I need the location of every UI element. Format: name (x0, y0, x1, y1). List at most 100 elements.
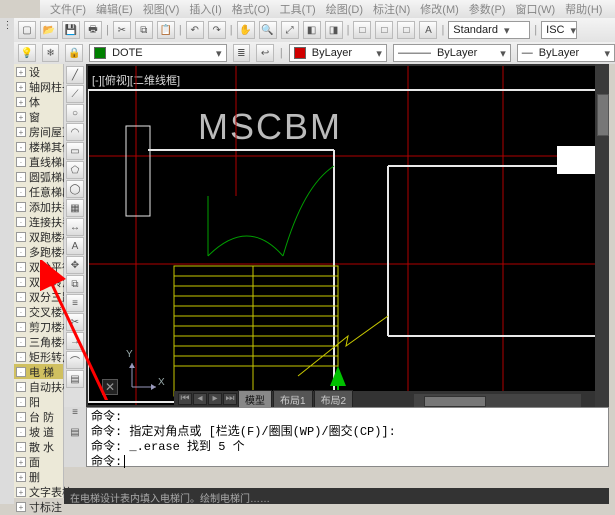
copy-icon[interactable]: ⧉ (135, 21, 153, 39)
sidebar-item[interactable]: +体 (14, 94, 63, 109)
sidebar-item[interactable]: +删 (14, 469, 63, 484)
tab-next-icon[interactable]: ▸ (208, 393, 222, 405)
pline-icon[interactable]: ⟋ (66, 85, 84, 103)
tab-layout2[interactable]: 布局2 (314, 390, 354, 409)
sidebar-item[interactable]: ·剪刀楼梯 (14, 319, 63, 334)
horizontal-scrollbar[interactable] (414, 394, 581, 407)
undo-icon[interactable]: ↶ (186, 21, 204, 39)
hatch-icon[interactable]: ▦ (66, 199, 84, 217)
sidebar-item[interactable]: +轴网柱子 (14, 79, 63, 94)
freeze-icon[interactable]: ❄ (42, 44, 60, 62)
menu-edit[interactable]: 编辑(E) (96, 1, 133, 17)
ellipse-icon[interactable]: ◯ (66, 180, 84, 198)
move-icon[interactable]: ✥ (66, 256, 84, 274)
tool-c-icon[interactable]: □ (397, 21, 415, 39)
sidebar-item[interactable]: ·阳 (14, 394, 63, 409)
table-icon[interactable]: ▤ (66, 370, 84, 388)
extra2-icon[interactable]: ◨ (325, 21, 343, 39)
linetype-combo[interactable]: ———ByLayer▾ (393, 44, 511, 62)
line-icon[interactable]: ╱ (66, 66, 84, 84)
copy2-icon[interactable]: ⧉ (66, 275, 84, 293)
sidebar-item[interactable]: ·直线梯段 (14, 154, 63, 169)
tool-b-icon[interactable]: □ (375, 21, 393, 39)
circle-icon[interactable]: ○ (66, 104, 84, 122)
bulb-icon[interactable]: 💡 (18, 44, 36, 62)
style-combo[interactable]: Standard▾ (448, 21, 530, 39)
sidebar-item-elevator[interactable]: ·电 梯 (14, 364, 63, 379)
sidebar-item[interactable]: ·连接扶手 (14, 214, 63, 229)
sidebar-item[interactable]: ·交叉楼梯 (14, 304, 63, 319)
sidebar-item[interactable]: ·双分转角 (14, 274, 63, 289)
menu-param[interactable]: 参数(P) (469, 1, 506, 17)
trim-icon[interactable]: ✂ (66, 313, 84, 331)
sidebar-item[interactable]: ·三角楼梯 (14, 334, 63, 349)
menu-help[interactable]: 帮助(H) (565, 1, 602, 17)
sidebar-item[interactable]: ·双分平行 (14, 259, 63, 274)
menu-tools[interactable]: 工具(T) (280, 1, 316, 17)
save-icon[interactable]: 💾 (62, 21, 80, 39)
viewport-close-icon[interactable]: ✕ (102, 379, 118, 395)
tool-a-icon[interactable]: □ (353, 21, 371, 39)
open-icon[interactable]: 📂 (40, 21, 58, 39)
arc-icon[interactable]: ◠ (66, 123, 84, 141)
sidebar-item[interactable]: ·自动扶梯 (14, 379, 63, 394)
text-a-icon[interactable]: A (419, 21, 437, 39)
sidebar-item[interactable]: +寸标注 (14, 499, 63, 514)
sidebar-item[interactable]: ·添加扶手 (14, 199, 63, 214)
offset-icon[interactable]: ≡ (66, 294, 84, 312)
zoom-icon[interactable]: 🔍 (259, 21, 277, 39)
text-icon[interactable]: A (66, 237, 84, 255)
menu-view[interactable]: 视图(V) (143, 1, 180, 17)
menu-dim[interactable]: 标注(N) (373, 1, 410, 17)
tab-prev-icon[interactable]: ◂ (193, 393, 207, 405)
sidebar-item[interactable]: ·散 水 (14, 439, 63, 454)
redo-icon[interactable]: ↷ (208, 21, 226, 39)
print-icon[interactable]: 🖶 (84, 21, 102, 39)
extend-icon[interactable]: → (66, 332, 84, 350)
extra-icon[interactable]: ◧ (303, 21, 321, 39)
fillet-icon[interactable]: ⌒ (66, 351, 84, 369)
sidebar-item[interactable]: ·多跑楼梯 (14, 244, 63, 259)
menu-insert[interactable]: 插入(I) (189, 1, 221, 17)
cmd-lock-icon[interactable]: ▤ (64, 427, 86, 447)
aux-combo[interactable]: ISC▾ (541, 21, 577, 39)
layer-prev-icon[interactable]: ↩ (256, 44, 274, 62)
sidebar-item[interactable]: -楼梯其他 (14, 139, 63, 154)
view-cube[interactable] (557, 146, 595, 174)
sidebar-item[interactable]: +文字表格 (14, 484, 63, 499)
cut-icon[interactable]: ✂ (113, 21, 131, 39)
sidebar-item[interactable]: ·台 防 (14, 409, 63, 424)
dim-icon[interactable]: ↔ (66, 218, 84, 236)
zoom-ext-icon[interactable]: ⤢ (281, 21, 299, 39)
color-combo[interactable]: ByLayer▾ (289, 44, 387, 62)
sidebar-item[interactable]: ·双跑楼梯 (14, 229, 63, 244)
lineweight-combo[interactable]: —ByLayer▾ (517, 44, 615, 62)
pan-icon[interactable]: ✋ (237, 21, 255, 39)
sidebar-item[interactable]: ·双分三跑 (14, 289, 63, 304)
tab-layout1[interactable]: 布局1 (273, 390, 313, 409)
tab-first-icon[interactable]: ⏮ (178, 393, 192, 405)
cmd-handle-icon[interactable]: ≡ (64, 407, 86, 427)
sidebar-item[interactable]: +面 (14, 454, 63, 469)
menu-draw[interactable]: 绘图(D) (326, 1, 363, 17)
cmd-input[interactable] (124, 455, 125, 468)
layer-mgr-icon[interactable]: ≣ (233, 44, 251, 62)
sidebar-item[interactable]: ·任意梯段 (14, 184, 63, 199)
poly-icon[interactable]: ⬠ (66, 161, 84, 179)
rect-icon[interactable]: ▭ (66, 142, 84, 160)
vertical-scrollbar[interactable] (595, 64, 609, 407)
sidebar-item[interactable]: +窗 (14, 109, 63, 124)
menu-modify[interactable]: 修改(M) (420, 1, 459, 17)
dock-icon[interactable]: ⋮ (2, 20, 12, 31)
sidebar-item[interactable]: ·圆弧梯段 (14, 169, 63, 184)
new-icon[interactable]: ▢ (18, 21, 36, 39)
tab-model[interactable]: 模型 (238, 390, 272, 409)
menu-window[interactable]: 窗口(W) (515, 1, 555, 17)
paste-icon[interactable]: 📋 (157, 21, 175, 39)
menu-file[interactable]: 文件(F) (50, 1, 86, 17)
tab-last-icon[interactable]: ⏭ (223, 393, 237, 405)
layer-combo[interactable]: DOTE ▾ (89, 44, 226, 62)
sidebar-item[interactable]: +设 (14, 64, 63, 79)
drawing-canvas[interactable]: [-][俯视][二维线框] MSCBM (88, 66, 595, 405)
sidebar-item[interactable]: +房间屋顶 (14, 124, 63, 139)
